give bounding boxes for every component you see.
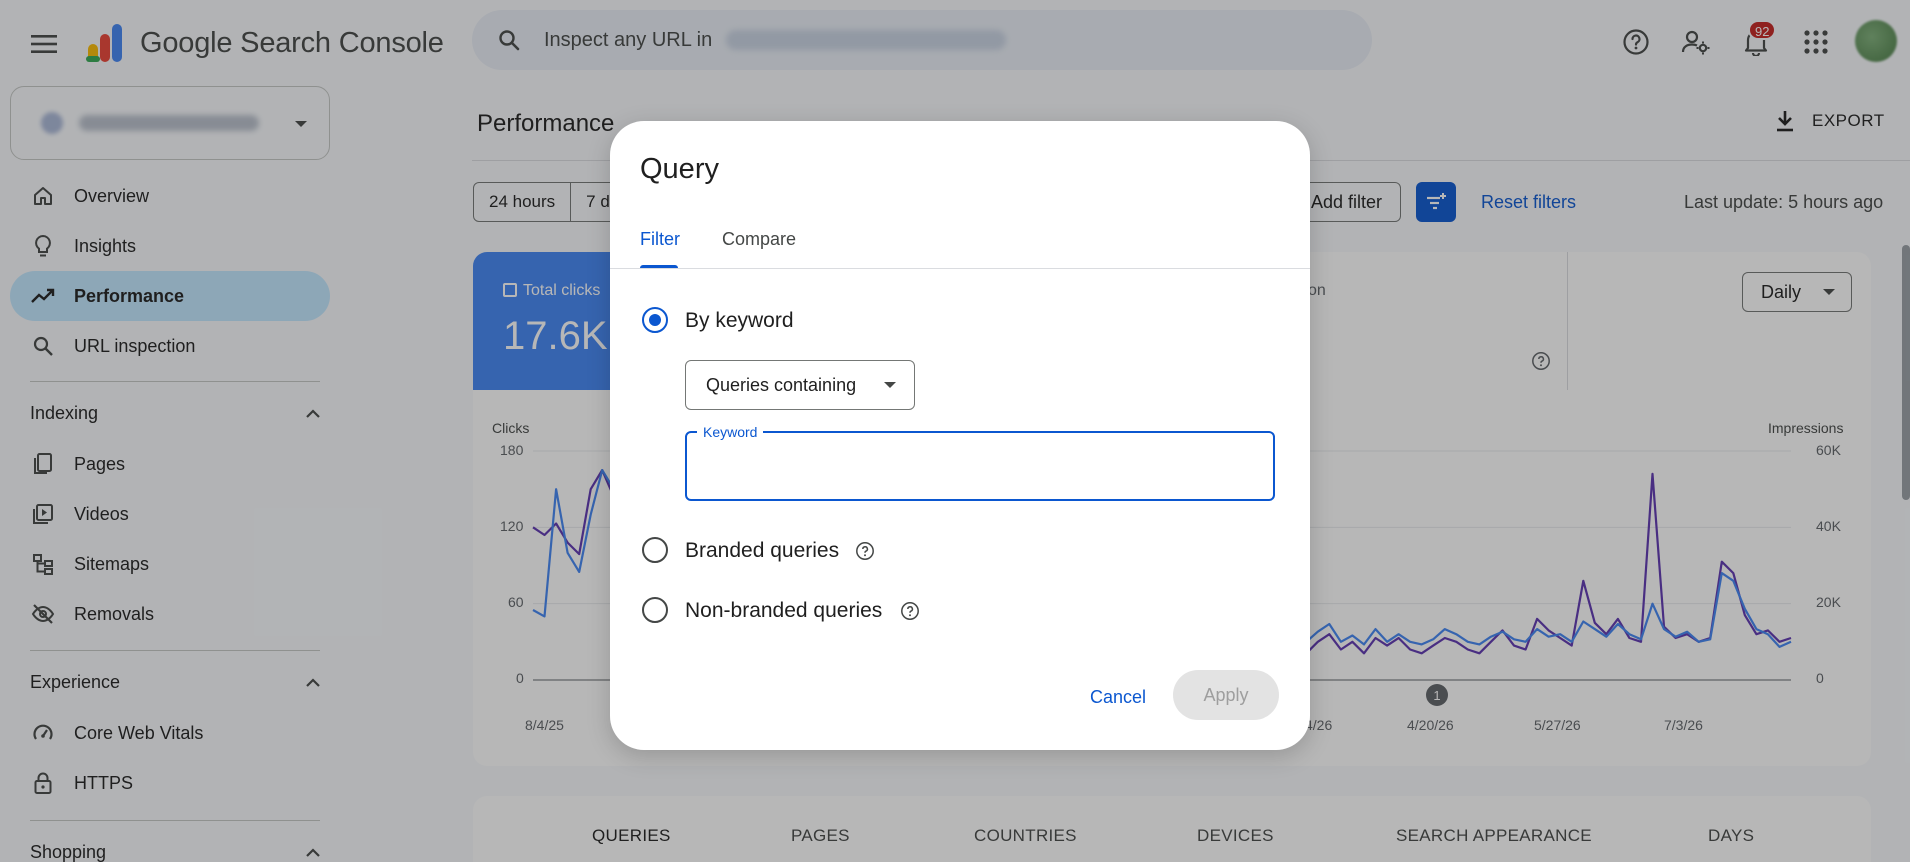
- keyword-field: Keyword: [685, 423, 1275, 501]
- radio-branded-queries[interactable]: [642, 537, 668, 563]
- radio-label: Non-branded queries: [685, 599, 883, 622]
- radio-label: By keyword: [685, 309, 794, 332]
- match-type-value: Queries containing: [706, 374, 857, 395]
- tab-filter[interactable]: Filter: [640, 229, 680, 250]
- radio-label: Branded queries: [685, 539, 840, 562]
- keyword-input[interactable]: [687, 433, 1273, 499]
- query-filter-dialog: Query Filter Compare By keyword Queries …: [610, 121, 1310, 750]
- dialog-title: Query: [640, 153, 719, 185]
- help-circle-icon[interactable]: [855, 541, 875, 561]
- radio-non-branded-queries[interactable]: [642, 597, 668, 623]
- tab-compare[interactable]: Compare: [722, 229, 796, 250]
- cancel-button[interactable]: Cancel: [1090, 687, 1146, 708]
- dialog-divider: [610, 268, 1310, 269]
- help-circle-icon[interactable]: [900, 601, 920, 621]
- radio-by-keyword[interactable]: [642, 307, 668, 333]
- match-type-select[interactable]: Queries containing: [685, 360, 915, 410]
- chevron-down-icon: [884, 382, 896, 388]
- apply-button[interactable]: Apply: [1173, 670, 1279, 720]
